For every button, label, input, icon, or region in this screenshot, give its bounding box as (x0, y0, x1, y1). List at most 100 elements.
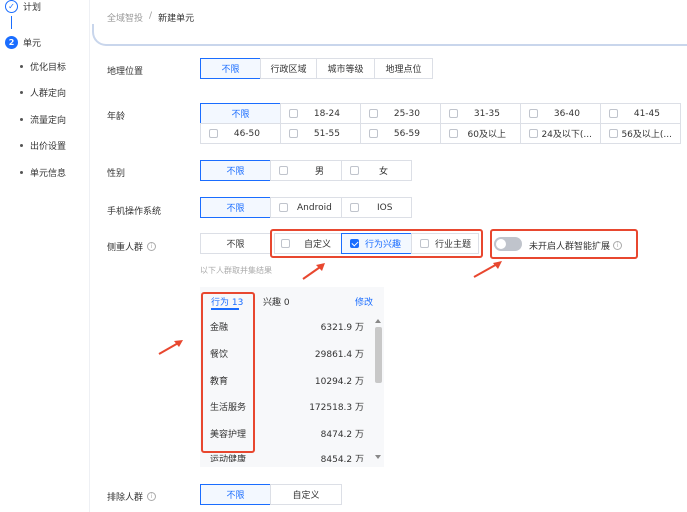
bullet-icon (20, 118, 23, 121)
exclude-option-custom[interactable]: 自定义 (270, 484, 342, 505)
gender-option-label: 女 (379, 167, 389, 177)
exclude-label: 排除人群 i (107, 490, 157, 503)
checkbox[interactable] (609, 129, 618, 138)
age-option[interactable]: 31-35 (440, 103, 521, 124)
gender-option-male[interactable]: 男 (270, 160, 342, 181)
highlight-box-toggle (490, 229, 638, 259)
sidebar-item-optimization-goal[interactable]: 优化目标 (20, 60, 66, 73)
breadcrumb-parent[interactable]: 全域智投 (107, 11, 143, 24)
checkbox[interactable] (529, 129, 538, 138)
os-option-label: IOS (377, 202, 393, 213)
step-plan[interactable]: ✓ 计划 (5, 0, 41, 13)
age-option[interactable]: 60及以上 (440, 123, 521, 144)
checkbox[interactable] (609, 109, 618, 118)
age-option[interactable]: 36-40 (520, 103, 601, 124)
checkbox[interactable] (449, 109, 458, 118)
sidebar-item-label: 人群定向 (30, 89, 67, 99)
arrow-icon (302, 263, 325, 280)
age-option[interactable]: 56-59 (360, 123, 441, 144)
breadcrumb: 全域智投 / 新建单元 (107, 11, 194, 24)
arrow-icon (473, 261, 502, 278)
bullet-icon (20, 91, 23, 94)
age-option-label: 36-40 (553, 108, 580, 119)
scrollbar[interactable] (374, 319, 382, 459)
info-icon[interactable]: i (147, 492, 157, 501)
edit-link[interactable]: 修改 (355, 295, 373, 308)
checkbox[interactable] (350, 166, 359, 175)
sidebar-item-traffic-targeting[interactable]: 流量定向 (20, 113, 66, 126)
sidebar-item-label: 优化目标 (30, 63, 67, 73)
list-item-value: 8474.2 万 (320, 430, 364, 440)
checkbox[interactable] (369, 109, 378, 118)
crowd-label-text: 侧重人群 (107, 243, 144, 253)
step-unit-label: 单元 (23, 39, 42, 49)
checkbox[interactable] (209, 129, 218, 138)
age-option[interactable]: 56及以上(... (600, 123, 681, 144)
list-item-value: 6321.9 万 (320, 323, 364, 333)
highlight-box-crowd-options (270, 229, 483, 258)
scroll-down-icon[interactable] (375, 455, 381, 459)
info-icon[interactable]: i (147, 242, 157, 251)
age-option-label: 31-35 (473, 108, 500, 119)
bullet-icon (20, 65, 23, 68)
arrow-icon (158, 340, 183, 355)
step-connector (11, 16, 12, 29)
gender-option-unlimited[interactable]: 不限 (200, 160, 271, 181)
os-option-label: Android (297, 202, 332, 213)
sidebar-item-unit-info[interactable]: 单元信息 (20, 166, 66, 179)
os-option-ios[interactable]: IOS (341, 197, 412, 218)
checkbox[interactable] (369, 129, 378, 138)
age-option-label: 56及以上(... (621, 130, 672, 140)
sidebar-item-crowd-targeting[interactable]: 人群定向 (20, 86, 66, 99)
bullet-icon (20, 171, 23, 174)
geo-option-admin-region[interactable]: 行政区域 (260, 58, 317, 79)
section-top-border (92, 24, 687, 46)
os-option-android[interactable]: Android (270, 197, 342, 218)
checkbox[interactable] (279, 203, 288, 212)
geo-label: 地理位置 (107, 67, 144, 77)
geo-option-geo-point[interactable]: 地理点位 (374, 58, 433, 79)
breadcrumb-current: 新建单元 (158, 14, 195, 24)
bullet-icon (20, 144, 23, 147)
list-item-name: 运动健康 (210, 455, 247, 462)
os-option-unlimited[interactable]: 不限 (200, 197, 271, 218)
age-option-unlimited[interactable]: 不限 (200, 103, 281, 124)
breadcrumb-separator: / (149, 11, 153, 21)
scrollbar-thumb[interactable] (375, 327, 382, 383)
crowd-label: 侧重人群 i (107, 240, 157, 253)
gender-label: 性别 (107, 169, 126, 179)
highlight-box-behavior-list (201, 292, 255, 453)
checkbox[interactable] (289, 129, 298, 138)
age-option-label: 56-59 (393, 128, 420, 139)
crowd-option-unlimited[interactable]: 不限 (200, 233, 271, 254)
exclude-label-text: 排除人群 (107, 493, 144, 503)
gender-option-female[interactable]: 女 (341, 160, 412, 181)
tab-interest[interactable]: 兴趣 0 (263, 295, 290, 308)
list-item-value: 172518.3 万 (309, 403, 364, 413)
checkbox[interactable] (279, 166, 288, 175)
checkbox[interactable] (350, 203, 359, 212)
age-option-label: 18-24 (313, 108, 340, 119)
age-option[interactable]: 51-55 (280, 123, 361, 144)
age-option[interactable]: 24及以下(... (520, 123, 601, 144)
sidebar-item-bid-settings[interactable]: 出价设置 (20, 139, 66, 152)
scroll-up-icon[interactable] (375, 319, 381, 323)
sidebar-item-label: 出价设置 (30, 142, 67, 152)
age-option-label: 60及以上 (467, 130, 506, 140)
sidebar-item-label: 流量定向 (30, 116, 67, 126)
exclude-option-unlimited[interactable]: 不限 (200, 484, 271, 505)
checkbox[interactable] (289, 109, 298, 118)
age-option[interactable]: 46-50 (200, 123, 281, 144)
age-option[interactable]: 41-45 (600, 103, 681, 124)
step-unit[interactable]: 2 单元 (5, 36, 41, 49)
checkbox[interactable] (529, 109, 538, 118)
checkbox[interactable] (449, 129, 458, 138)
age-option[interactable]: 18-24 (280, 103, 361, 124)
sidebar-item-label: 单元信息 (30, 169, 67, 179)
age-option-label: 51-55 (313, 128, 340, 139)
age-option[interactable]: 25-30 (360, 103, 441, 124)
os-label: 手机操作系统 (107, 207, 162, 217)
geo-option-unlimited[interactable]: 不限 (200, 58, 261, 79)
age-option-label: 46-50 (233, 128, 260, 139)
geo-option-city-level[interactable]: 城市等级 (316, 58, 375, 79)
